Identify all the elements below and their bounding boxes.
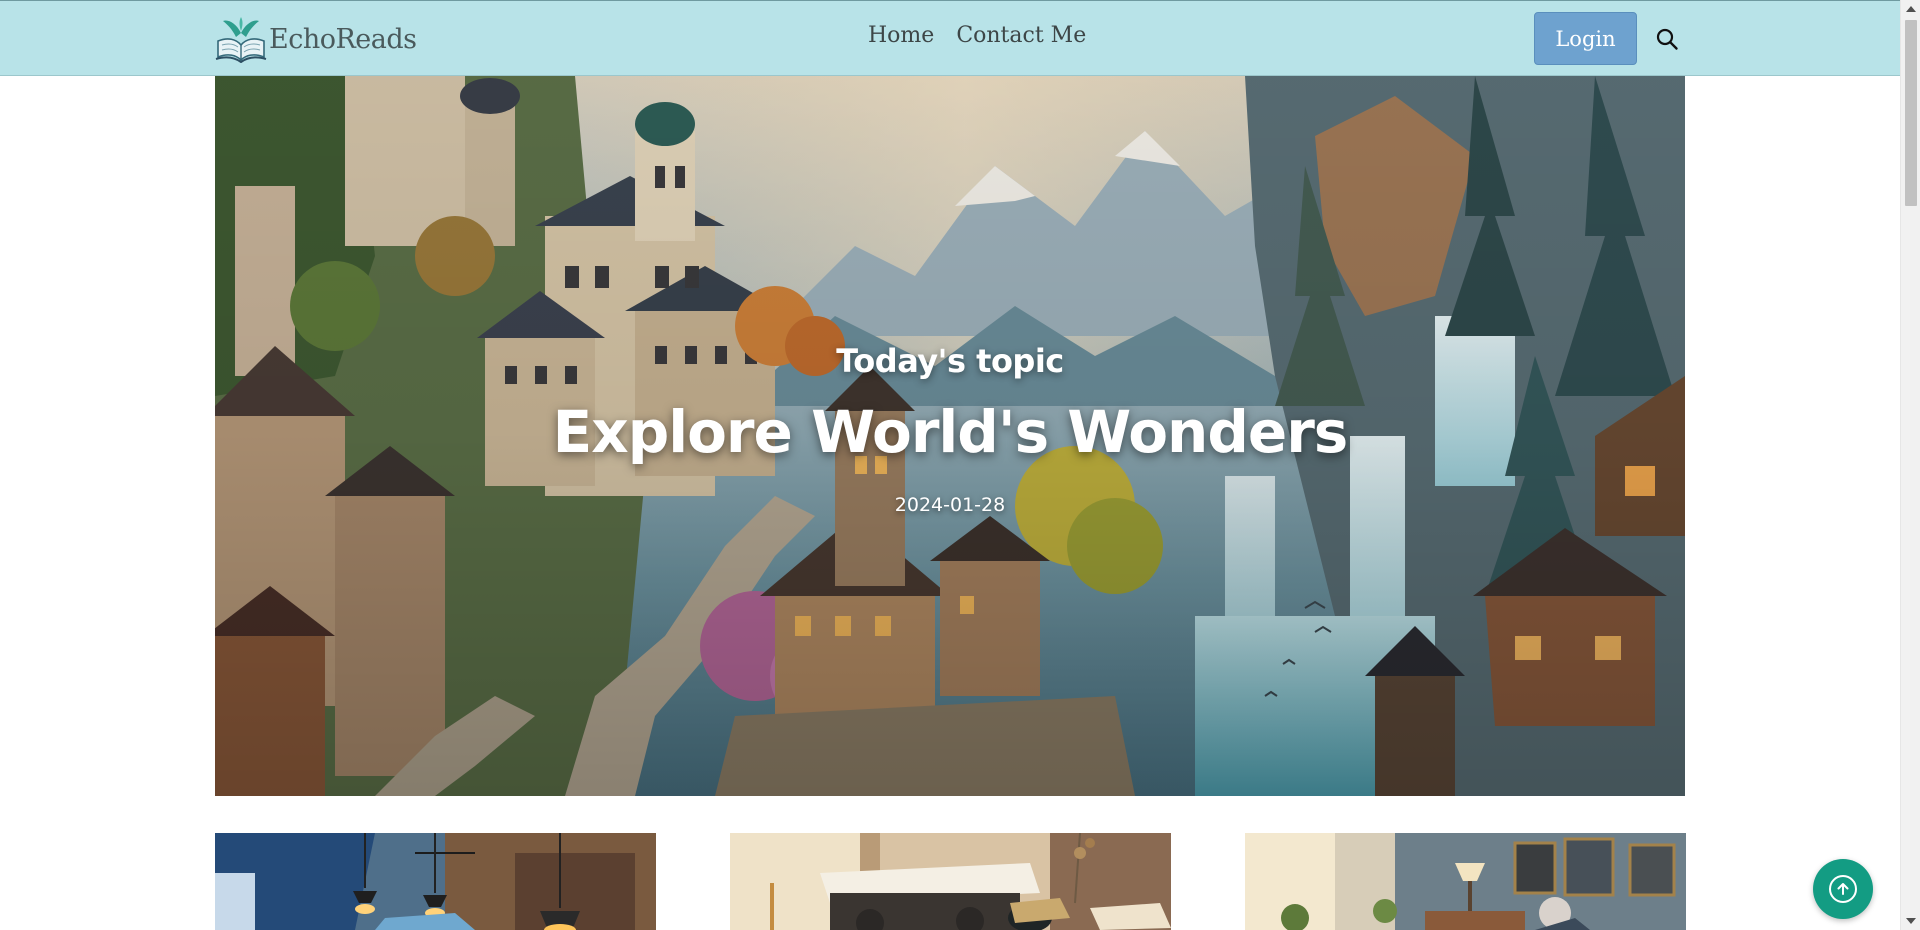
open-book-icon (215, 17, 267, 63)
page-scrollbar[interactable] (1900, 0, 1920, 930)
brand-link[interactable]: EchoReads (214, 15, 417, 63)
arrow-up-icon (1837, 883, 1849, 895)
hero-title[interactable]: Explore World's Wonders (215, 398, 1685, 466)
search-button[interactable] (1653, 25, 1681, 53)
login-button[interactable]: Login (1534, 12, 1637, 65)
back-to-top-button[interactable] (1813, 859, 1873, 919)
scroll-up-arrow-icon[interactable] (1901, 2, 1920, 16)
hero-caption: Today's topic Explore World's Wonders 20… (215, 76, 1685, 796)
search-icon (1656, 28, 1678, 50)
main-nav: Home Contact Me (868, 23, 1086, 48)
navbar: EchoReads Home Contact Me Login (0, 0, 1900, 76)
scroll-down-arrow-icon[interactable] (1901, 914, 1920, 928)
back-to-top-ring (1829, 875, 1857, 903)
workshop-lamps-image (215, 833, 656, 930)
page: EchoReads Home Contact Me Login Today's … (0, 0, 1920, 930)
scrollbar-thumb[interactable] (1905, 20, 1917, 206)
nav-contact[interactable]: Contact Me (956, 23, 1086, 48)
hero-date: 2024-01-28 (894, 494, 1006, 516)
typewriter-desk-image (730, 833, 1171, 930)
nav-home[interactable]: Home (868, 23, 934, 48)
brand-name: EchoReads (269, 23, 417, 55)
article-card-typewriter[interactable] (730, 833, 1171, 930)
hero-eyebrow: Today's topic (836, 342, 1064, 380)
article-card-workshop[interactable] (215, 833, 656, 930)
writer-room-image (1245, 833, 1686, 930)
hero-banner[interactable]: Today's topic Explore World's Wonders 20… (215, 76, 1685, 796)
article-card-writer-room[interactable] (1245, 833, 1686, 930)
